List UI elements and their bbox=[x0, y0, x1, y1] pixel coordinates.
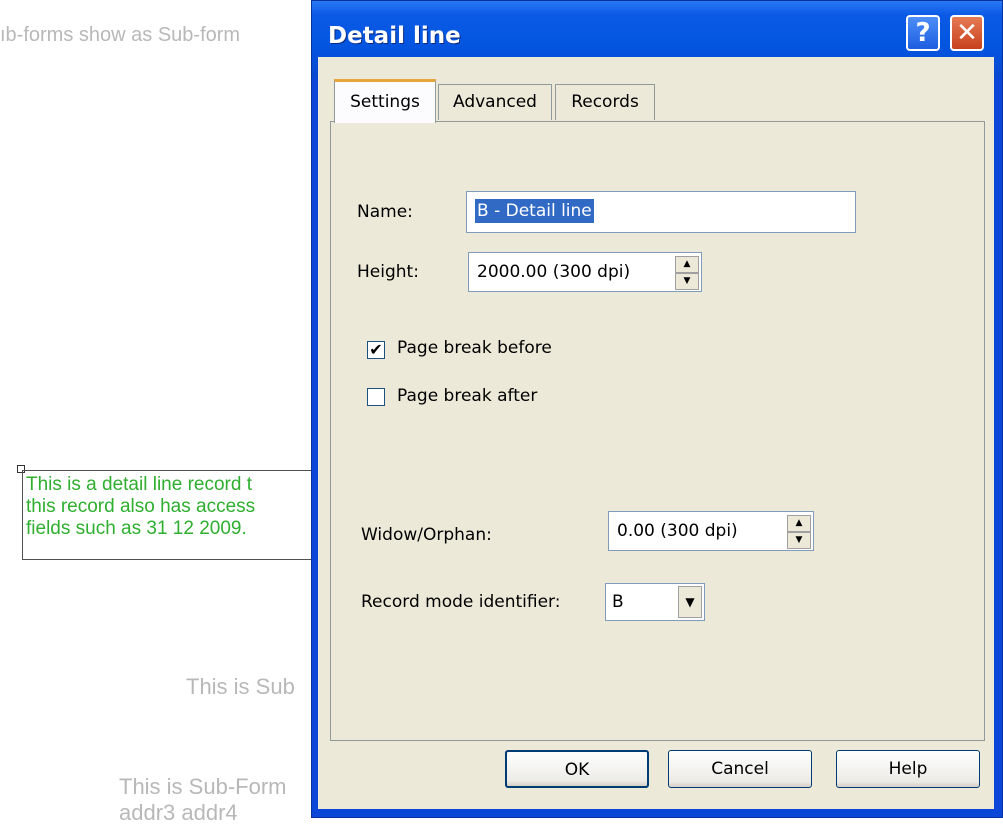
page-break-after-checkbox[interactable] bbox=[367, 388, 385, 406]
height-value: 2000.00 (300 dpi) bbox=[477, 262, 631, 282]
height-down-arrow-icon[interactable]: ▼ bbox=[675, 273, 699, 290]
record-mode-label: Record mode identifier: bbox=[361, 592, 561, 612]
ok-button[interactable]: OK bbox=[505, 750, 649, 788]
background-subform-text: This is Sub bbox=[186, 674, 295, 699]
height-stepper[interactable]: 2000.00 (300 dpi) ▲ ▼ bbox=[468, 252, 702, 292]
help-button[interactable]: Help bbox=[836, 750, 980, 788]
tab-settings[interactable]: Settings bbox=[334, 79, 436, 123]
record-mode-value: B bbox=[612, 592, 624, 612]
page-break-before-label: Page break before bbox=[397, 338, 552, 358]
detail-line-box[interactable]: This is a detail line record t this reco… bbox=[22, 470, 332, 560]
background-subform-text-2: This is Sub-Form bbox=[119, 774, 287, 799]
name-label: Name: bbox=[357, 202, 413, 222]
detail-line-text-2: this record also has access bbox=[26, 496, 256, 517]
close-icon[interactable]: ✕ bbox=[950, 15, 984, 51]
dialog-title: Detail line bbox=[328, 23, 461, 49]
widow-up-arrow-icon[interactable]: ▲ bbox=[787, 515, 811, 532]
help-icon[interactable]: ? bbox=[906, 15, 940, 51]
widow-down-arrow-icon[interactable]: ▼ bbox=[787, 532, 811, 549]
widow-orphan-label: Widow/Orphan: bbox=[361, 525, 492, 545]
widow-orphan-value: 0.00 (300 dpi) bbox=[617, 521, 738, 541]
widow-orphan-stepper[interactable]: 0.00 (300 dpi) ▲ ▼ bbox=[608, 511, 814, 551]
name-field[interactable]: B - Detail line bbox=[466, 191, 856, 233]
height-up-arrow-icon[interactable]: ▲ bbox=[675, 256, 699, 273]
cancel-button[interactable]: Cancel bbox=[668, 750, 812, 788]
dialog-client: Settings Advanced Records Name: B - Deta… bbox=[318, 57, 994, 809]
record-mode-select[interactable]: B ▼ bbox=[605, 583, 705, 621]
detail-line-dialog: Detail line ? ✕ Settings Advanced Record… bbox=[311, 0, 1003, 818]
height-label: Height: bbox=[357, 262, 419, 282]
background-address-text: addr3 addr4 bbox=[119, 800, 238, 825]
chevron-down-icon[interactable]: ▼ bbox=[678, 586, 702, 618]
settings-panel: Name: B - Detail line Height: 2000.00 (3… bbox=[330, 121, 985, 741]
name-value: B - Detail line bbox=[475, 199, 594, 223]
tab-records[interactable]: Records bbox=[555, 84, 655, 120]
tab-advanced[interactable]: Advanced bbox=[438, 84, 552, 120]
page-break-after-label: Page break after bbox=[397, 386, 538, 406]
detail-line-text-1: This is a detail line record t bbox=[26, 474, 252, 495]
detail-line-text-3: fields such as 31 12 2009. bbox=[26, 518, 247, 539]
page-break-before-checkbox[interactable]: ✔ bbox=[367, 341, 385, 359]
background-text-top: ıb-forms show as Sub-form bbox=[0, 24, 241, 46]
